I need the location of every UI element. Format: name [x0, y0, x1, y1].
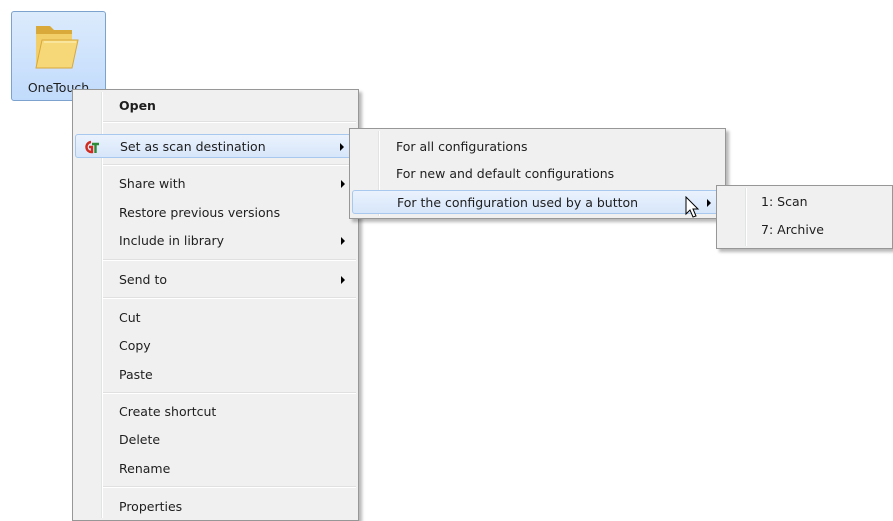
- menu-item-delete[interactable]: Delete: [75, 428, 356, 452]
- menu-separator: [103, 164, 356, 166]
- submenu-arrow-icon: [341, 276, 345, 284]
- desktop: OneTouch Open Set as scan destination Sh…: [0, 0, 893, 521]
- menu-item-include-in-library[interactable]: Include in library: [75, 229, 356, 253]
- mouse-cursor-icon: [685, 196, 700, 218]
- menu-item-cut[interactable]: Cut: [75, 306, 356, 330]
- submenu-item-new-and-default-configurations[interactable]: For new and default configurations: [352, 162, 723, 186]
- folder-icon: [35, 26, 79, 69]
- menu-item-restore-previous-versions[interactable]: Restore previous versions: [75, 201, 356, 225]
- submenu-item-scan[interactable]: 1: Scan: [719, 190, 890, 214]
- context-menu: Open Set as scan destination Share with …: [72, 89, 359, 521]
- menu-item-rename[interactable]: Rename: [75, 457, 356, 481]
- menu-item-properties[interactable]: Properties: [75, 495, 356, 519]
- submenu-arrow-icon: [341, 180, 345, 188]
- submenu-arrow-icon: [341, 237, 345, 245]
- menu-item-paste[interactable]: Paste: [75, 363, 356, 387]
- menu-item-copy[interactable]: Copy: [75, 334, 356, 358]
- menu-item-open[interactable]: Open: [75, 94, 356, 118]
- submenu-arrow-icon: [340, 143, 344, 151]
- menu-item-set-as-scan-destination[interactable]: Set as scan destination: [75, 134, 356, 158]
- menu-separator: [103, 297, 356, 299]
- menu-separator: [103, 486, 356, 488]
- menu-item-send-to[interactable]: Send to: [75, 268, 356, 292]
- onetouch-folder-shortcut[interactable]: OneTouch: [11, 11, 106, 101]
- menu-item-create-shortcut[interactable]: Create shortcut: [75, 400, 356, 424]
- menu-separator: [103, 121, 356, 123]
- scan-destination-submenu: For all configurations For new and defau…: [349, 128, 726, 219]
- submenu-item-archive[interactable]: 7: Archive: [719, 218, 890, 242]
- submenu-arrow-icon: [707, 199, 711, 207]
- menu-separator: [103, 392, 356, 394]
- submenu-item-configuration-used-by-button[interactable]: For the configuration used by a button: [352, 190, 723, 214]
- button-configuration-submenu: 1: Scan 7: Archive: [716, 185, 893, 249]
- menu-item-share-with[interactable]: Share with: [75, 172, 356, 196]
- submenu-item-all-configurations[interactable]: For all configurations: [352, 135, 723, 159]
- menu-separator: [103, 259, 356, 261]
- onetouch-app-icon: [85, 140, 99, 154]
